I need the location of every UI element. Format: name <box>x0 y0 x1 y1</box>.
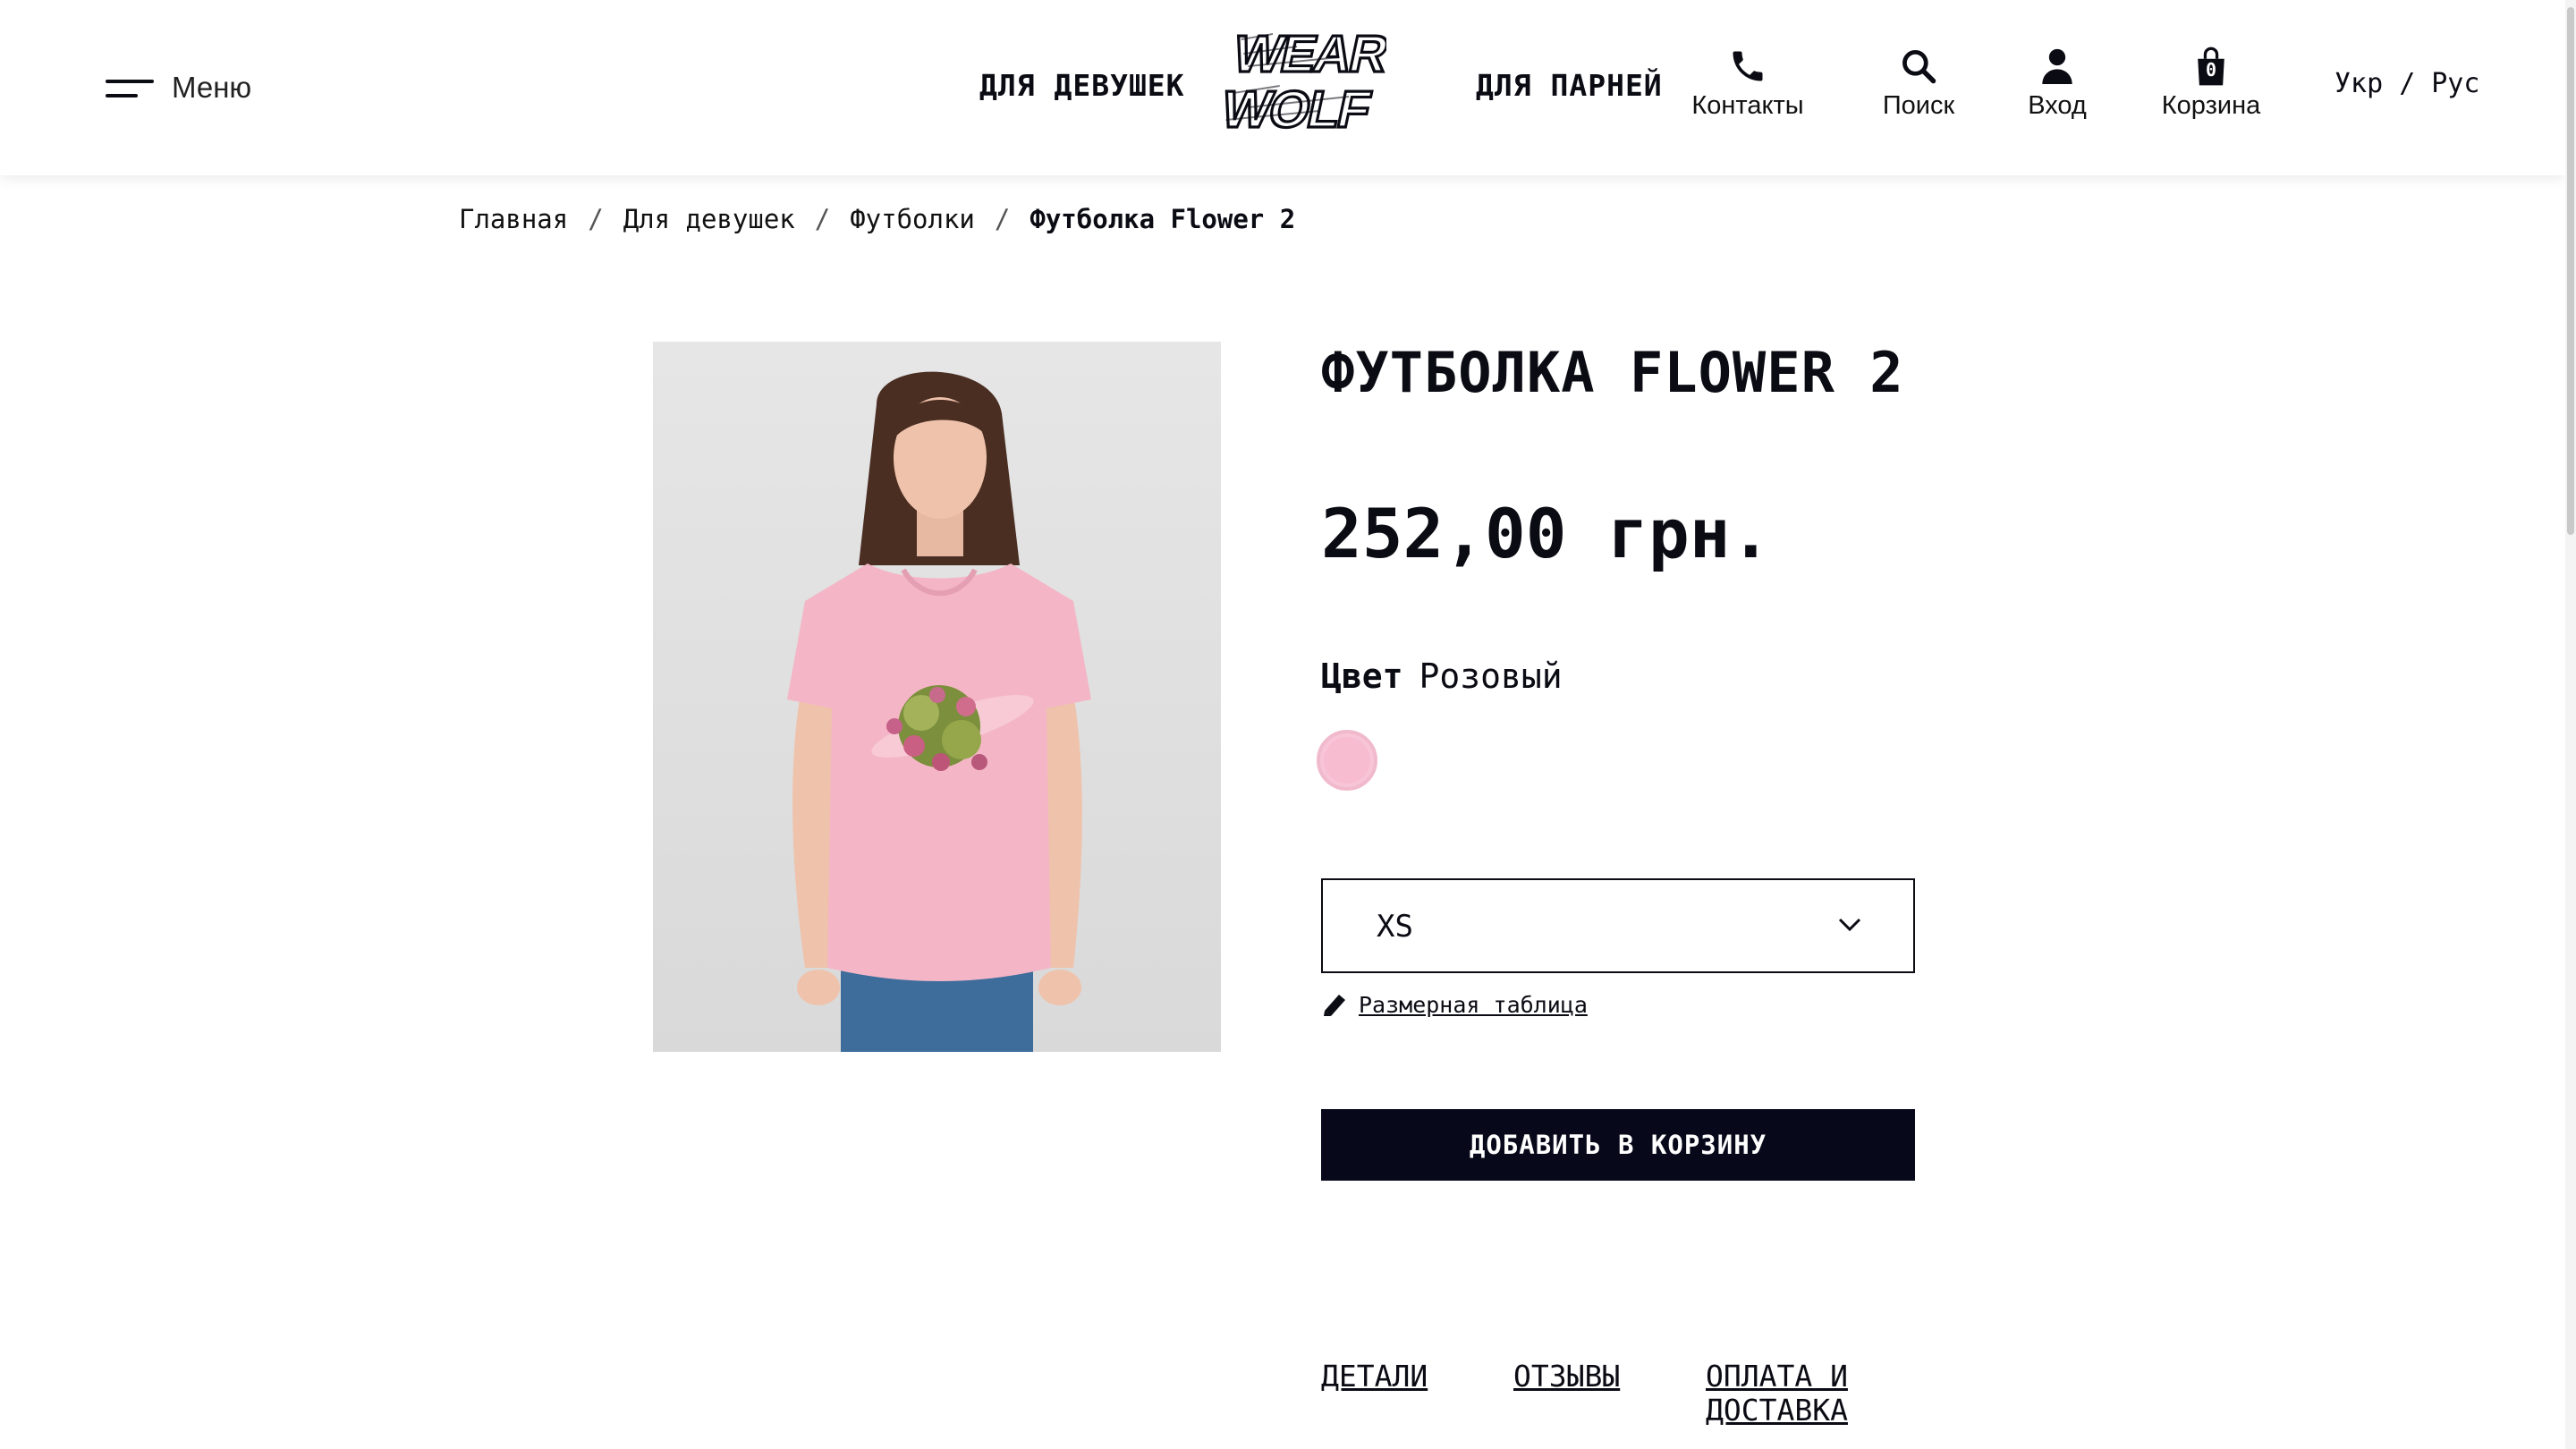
cart-link[interactable]: 0 Корзина <box>2154 45 2268 121</box>
color-value: Розовый <box>1419 657 1563 696</box>
language-switcher: Укр / Рус <box>2334 68 2479 99</box>
breadcrumb: Главная / Для девушек / Футболки / Футбо… <box>459 204 1295 234</box>
breadcrumb-home[interactable]: Главная <box>459 204 568 234</box>
cart-count-badge: 0 <box>2205 59 2217 80</box>
user-icon <box>2042 48 2072 84</box>
nav-girls-link[interactable]: ДЛЯ ДЕВУШЕК <box>979 68 1185 103</box>
product-image[interactable] <box>653 342 1221 1052</box>
color-row: Цвет Розовый <box>1321 657 1563 696</box>
menu-label: Меню <box>172 71 252 104</box>
color-swatch-pink[interactable] <box>1317 730 1377 791</box>
lang-rus-link[interactable]: Рус <box>2431 68 2479 99</box>
tab-payment-line2: ДОСТАВКА <box>1706 1393 1848 1428</box>
breadcrumb-separator: / <box>814 204 831 234</box>
login-label: Вход <box>2028 91 2087 120</box>
product-price: 252,00 грн. <box>1321 494 1772 573</box>
nav-boys-link[interactable]: ДЛЯ ПАРНЕЙ <box>1476 68 1663 103</box>
color-label: Цвет <box>1321 657 1403 696</box>
breadcrumb-current: Футболка Flower 2 <box>1030 204 1296 234</box>
hamburger-icon <box>106 76 154 99</box>
menu-button[interactable]: Меню <box>106 63 251 113</box>
tab-payment-delivery[interactable]: ОПЛАТА И ДОСТАВКА <box>1706 1360 1885 1428</box>
wearwolf-logo[interactable]: WEAR WOLF <box>1224 21 1386 138</box>
product-title: ФУТБОЛКА FLOWER 2 <box>1321 340 1904 405</box>
phone-icon <box>1733 51 1763 81</box>
breadcrumb-separator: / <box>994 204 1011 234</box>
lang-ukr-link[interactable]: Укр <box>2334 68 2383 99</box>
ruler-icon <box>1324 995 1345 1016</box>
scrollbar-thumb[interactable] <box>2567 7 2574 535</box>
tab-details[interactable]: ДЕТАЛИ <box>1321 1360 1428 1394</box>
contacts-link[interactable]: Контакты <box>1687 45 1809 121</box>
breadcrumb-separator: / <box>588 204 604 234</box>
breadcrumb-girls[interactable]: Для девушек <box>623 204 795 234</box>
login-link[interactable]: Вход <box>2020 45 2095 121</box>
chevron-down-icon <box>1838 918 1861 932</box>
logo-text-wear: WEAR <box>1228 26 1386 83</box>
size-selected-value: XS <box>1377 909 1413 945</box>
search-label: Поиск <box>1882 91 1955 120</box>
breadcrumb-tshirts[interactable]: Футболки <box>850 204 975 234</box>
tab-payment-line1: ОПЛАТА И <box>1706 1359 1848 1394</box>
size-table-link[interactable]: Размерная таблица <box>1321 991 1588 1018</box>
tab-reviews[interactable]: ОТЗЫВЫ <box>1513 1360 1620 1394</box>
size-table-label: Размерная таблица <box>1359 991 1588 1018</box>
search-icon <box>1902 50 1936 84</box>
size-select[interactable]: XS <box>1321 878 1915 973</box>
search-link[interactable]: Поиск <box>1874 45 1963 121</box>
add-to-cart-button[interactable]: ДОБАВИТЬ В КОРЗИНУ <box>1321 1109 1915 1181</box>
product-photo <box>653 342 1221 1052</box>
logo-text-wolf: WOLF <box>1224 81 1375 138</box>
lang-separator: / <box>2399 68 2416 99</box>
contacts-label: Контакты <box>1691 91 1804 120</box>
page-scrollbar[interactable] <box>2565 0 2576 1449</box>
site-header: Меню ДЛЯ ДЕВУШЕК WEAR WOLF ДЛЯ ПАРНЕЙ Ко… <box>0 0 2565 175</box>
cart-label: Корзина <box>2161 91 2261 120</box>
